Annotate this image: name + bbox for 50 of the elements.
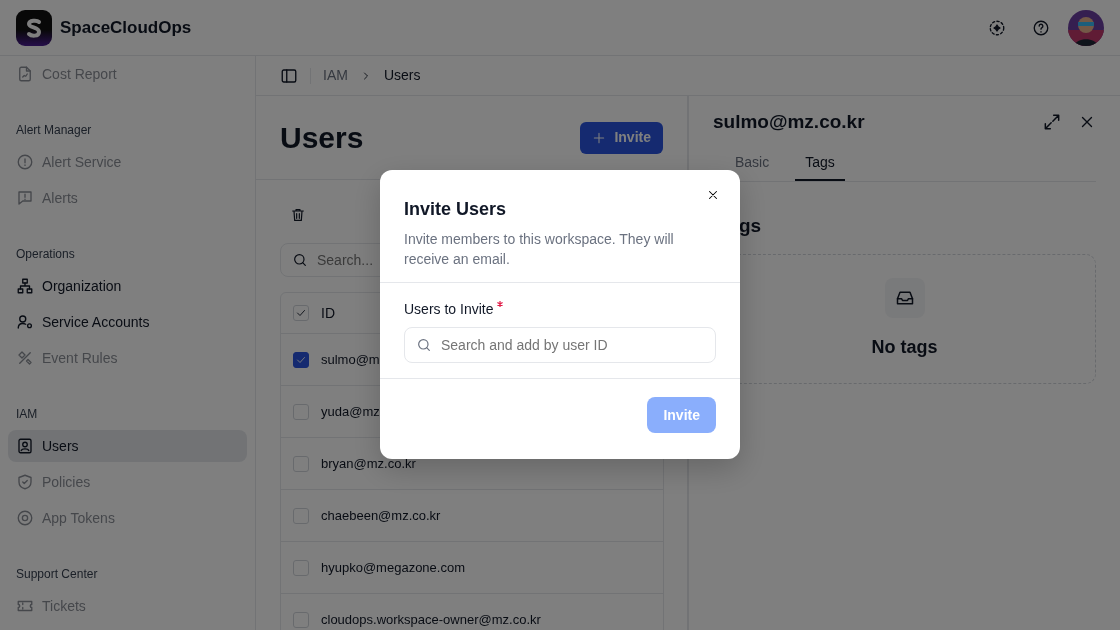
field-label: Users to Invite	[404, 300, 494, 319]
sparkle-circle-icon[interactable]	[988, 18, 1006, 37]
row-checkbox[interactable]	[293, 351, 309, 368]
expand-icon[interactable]	[1042, 112, 1062, 132]
breadcrumb-item[interactable]: IAM	[323, 65, 348, 86]
breadcrumb-item[interactable]: Users	[383, 65, 421, 86]
section-heading: Operations	[15, 246, 76, 263]
empty-message: No tags	[871, 335, 938, 359]
target-icon	[16, 509, 34, 527]
invite-button[interactable]: Invite	[580, 121, 663, 154]
app-name: SpaceCloudOps	[60, 16, 192, 39]
dialog-title: Invite Users	[404, 198, 508, 221]
select-all-checkbox[interactable]	[293, 305, 309, 321]
search-icon	[416, 337, 432, 353]
column-header: ID	[321, 303, 335, 323]
table-cell-text: bryan@mz.co.kr	[321, 454, 416, 473]
section-heading: IAM	[15, 406, 39, 423]
check-icon	[295, 307, 307, 319]
chat-alert-icon	[16, 189, 34, 207]
sidebar-item[interactable]: Service Accounts	[8, 306, 247, 338]
id-badge-icon	[16, 437, 34, 455]
tab[interactable]: Basic	[725, 152, 780, 181]
inbox-icon	[884, 277, 925, 318]
plus-icon	[592, 130, 607, 145]
section-heading: Alert Manager	[15, 122, 93, 139]
delete-icon[interactable]	[290, 207, 306, 224]
section-heading: Support Center	[15, 566, 99, 583]
avatar[interactable]	[1068, 9, 1104, 46]
table-cell-text: hyupko@megazone.com	[321, 558, 465, 577]
user-icon	[16, 313, 34, 331]
sidebar-toggle-icon[interactable]	[280, 66, 298, 85]
panel-title: sulmo@mz.co.kr	[713, 109, 866, 134]
sidebar-item[interactable]: Organization	[8, 270, 247, 302]
close-button[interactable]	[706, 188, 720, 202]
sidebar-item[interactable]: Users	[8, 430, 247, 462]
document-icon	[16, 65, 34, 83]
page-title: Users	[280, 119, 364, 156]
help-icon[interactable]	[1032, 18, 1050, 37]
user-search-field[interactable]: Search and add by user ID	[404, 327, 716, 363]
table-cell-text: chaebeen@mz.co.kr	[321, 506, 441, 525]
table-cell-text: sulmo@m	[321, 350, 380, 369]
section-heading: gs	[739, 214, 763, 238]
table-cell-text: cloudops.workspace-owner@mz.co.kr	[321, 610, 541, 629]
logo-icon[interactable]	[16, 9, 52, 46]
shield-icon	[16, 473, 34, 491]
hierarchy-icon	[16, 277, 34, 295]
alert-circle-icon	[16, 153, 34, 171]
tab[interactable]: Tags	[795, 152, 845, 181]
search-icon	[292, 252, 308, 268]
table-cell-text: yuda@mz	[321, 402, 380, 421]
